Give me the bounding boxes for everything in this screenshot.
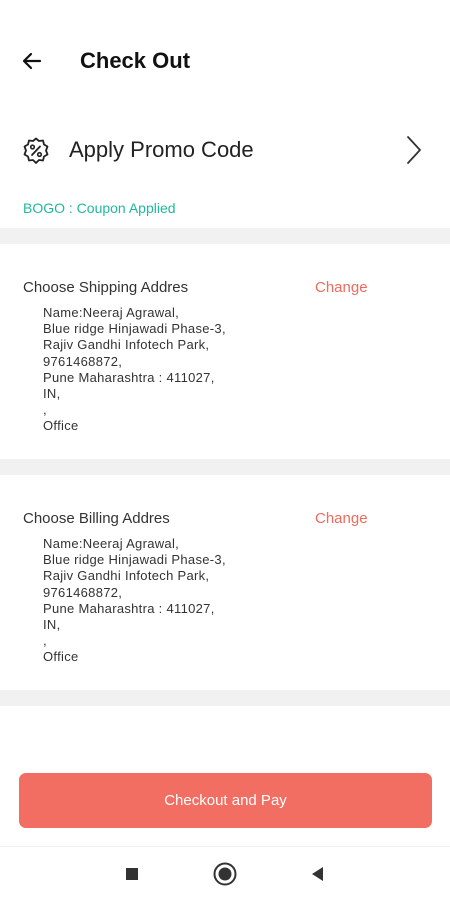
arrow-left-icon [22,52,42,70]
change-billing-button[interactable]: Change [315,510,368,527]
chevron-right-icon [400,134,426,166]
top-bar: Check Out [0,30,450,92]
change-shipping-button[interactable]: Change [315,279,368,296]
home-circle-icon[interactable] [212,861,238,887]
system-navigation-bar [0,846,450,900]
address-line: Pune Maharashtra : 411027, [43,600,215,616]
address-line: Blue ridge Hinjawadi Phase-3, [43,321,226,337]
section-divider [0,690,450,706]
address-line: Rajiv Gandhi Infotech Park, [43,568,210,584]
discount-badge-icon [21,136,51,166]
section-divider [0,228,450,244]
address-line: Office [43,418,79,434]
address-line: IN, [43,617,61,633]
address-line: IN, [43,386,61,402]
address-line: Name:Neeraj Agrawal, [43,305,180,320]
address-line: 9761468872, [43,584,123,600]
shipping-address-title: Choose Shipping Addres [23,279,189,296]
address-line: Rajiv Gandhi Infotech Park, [43,337,210,353]
address-line: Name:Neeraj Agrawal, [43,536,180,551]
page-title: Check Out [80,48,191,73]
recents-square-icon[interactable] [119,861,145,887]
shipping-address-lines: Name:Neeraj Agrawal, Blue ridge Hinjawad… [43,305,226,435]
address-line: Pune Maharashtra : 411027, [43,369,215,385]
billing-address-title: Choose Billing Addres [23,510,170,527]
address-line: , [43,402,47,418]
address-line: 9761468872, [43,353,123,369]
address-line: Blue ridge Hinjawadi Phase-3, [43,552,226,568]
section-divider [0,459,450,475]
billing-address-lines: Name:Neeraj Agrawal, Blue ridge Hinjawad… [43,536,226,666]
address-line: Office [43,649,79,665]
promo-code-label: Apply Promo Code [69,137,254,162]
back-button[interactable] [16,44,50,78]
back-triangle-icon[interactable] [305,861,331,887]
coupon-status-text: BOGO : Coupon Applied [23,200,176,216]
address-line: , [43,633,47,649]
checkout-and-pay-button[interactable]: Checkout and Pay [19,773,432,828]
apply-promo-code-row[interactable]: Apply Promo Code [0,122,450,178]
